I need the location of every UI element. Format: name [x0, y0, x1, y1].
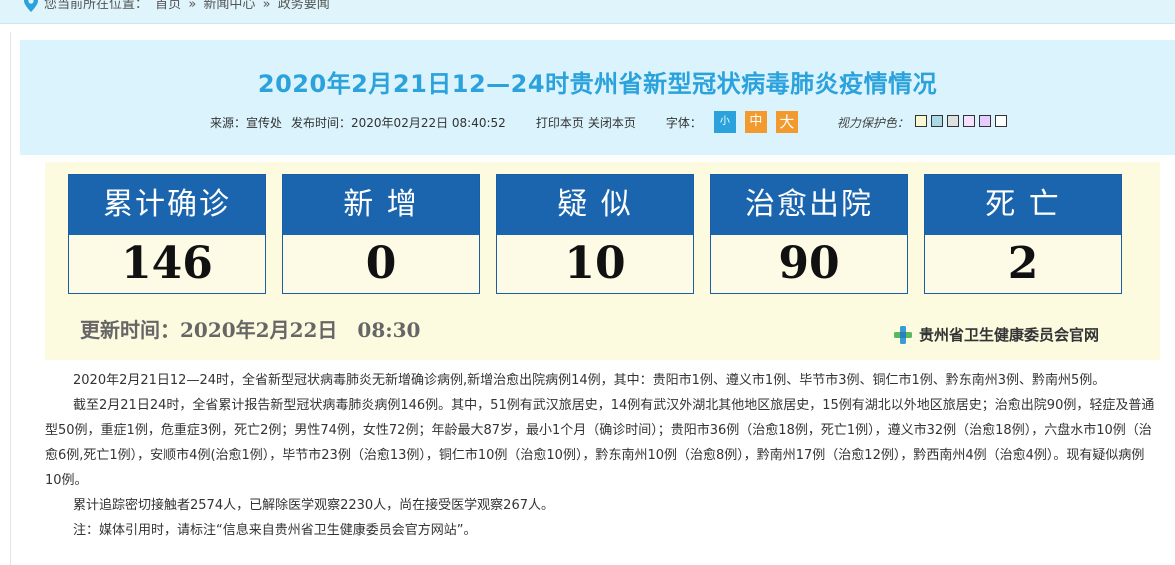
stat-label: 疑 似: [497, 175, 693, 235]
close-page-link[interactable]: 关闭本页: [588, 114, 636, 131]
vision-color-swatches: [914, 114, 1011, 130]
stat-new-cases: 新 增 0: [282, 174, 480, 294]
stat-value: 10: [564, 238, 626, 289]
breadcrumb: 您当前所在位置： 首页 » 新闻中心 » 政务要闻: [44, 0, 333, 12]
vision-color-swatch[interactable]: [930, 114, 943, 127]
breadcrumb-news-center-link[interactable]: 新闻中心: [203, 0, 255, 12]
stat-suspected: 疑 似 10: [496, 174, 694, 294]
font-medium-button[interactable]: 中: [744, 111, 767, 133]
stat-deaths: 死 亡 2: [924, 174, 1122, 294]
breadcrumb-bar: 您当前所在位置： 首页 » 新闻中心 » 政务要闻: [0, 0, 1175, 24]
official-site-link[interactable]: 贵州省卫生健康委员会官网: [893, 324, 1099, 345]
vision-color-swatch[interactable]: [946, 114, 959, 127]
article-paragraph: 注：媒体引用时，请标注“信息来自贵州省卫生健康委员会官方网站”。: [73, 523, 477, 538]
official-site-label: 贵州省卫生健康委员会官网: [919, 326, 1100, 344]
article-paragraph: 2020年2月21日12—24时，全省新型冠状病毒肺炎无新增确诊病例,新增治愈出…: [73, 373, 1106, 388]
font-large-button[interactable]: 大: [775, 111, 798, 133]
stat-label: 累计确诊: [69, 175, 265, 235]
stat-label: 新 增: [283, 175, 479, 235]
stat-value: 0: [365, 238, 397, 289]
breadcrumb-prefix: 您当前所在位置：: [44, 0, 149, 12]
article-paragraph: 截至2月21日24时，全省累计报告新型冠状病毒肺炎病例146例。其中，51例有武…: [45, 398, 1155, 488]
font-small-button[interactable]: 小: [713, 111, 736, 133]
stat-recovered: 治愈出院 90: [710, 174, 908, 294]
stat-total-confirmed: 累计确诊 146: [68, 174, 266, 294]
article-paragraph: 累计追踪密切接触者2574人，已解除医学观察2230人，尚在接受医学观察267人…: [73, 498, 554, 513]
article-source: 来源：宣传处: [210, 115, 283, 130]
vision-color-swatch[interactable]: [978, 114, 991, 127]
location-pin-icon: [24, 0, 38, 12]
stat-value: 2: [1007, 238, 1039, 289]
update-time: 更新时间：2020年2月22日 08:30: [80, 318, 421, 342]
article-body: 2020年2月21日12—24时，全省新型冠状病毒肺炎无新增确诊病例,新增治愈出…: [45, 368, 1155, 543]
vision-color-swatch[interactable]: [994, 114, 1007, 127]
stat-label: 治愈出院: [711, 175, 907, 235]
breadcrumb-separator: »: [262, 0, 271, 12]
stat-value: 146: [121, 238, 213, 289]
article-meta: 来源：宣传处 发布时间：2020年02月22日 08:40:52 打印本页 关闭…: [210, 111, 1011, 133]
breadcrumb-home-link[interactable]: 首页: [155, 0, 181, 12]
stat-value: 90: [778, 238, 840, 289]
article-title: 2020年2月21日12—24时贵州省新型冠状病毒肺炎疫情情况: [257, 70, 938, 98]
breadcrumb-gov-news-link[interactable]: 政务要闻: [278, 0, 330, 12]
breadcrumb-separator: »: [188, 0, 197, 12]
vision-protect-label: 视力保护色：: [836, 115, 909, 130]
vision-color-swatch[interactable]: [914, 114, 927, 127]
vision-color-swatch[interactable]: [962, 114, 975, 127]
stats-panel: 累计确诊 146 新 增 0 疑 似 10 治愈出院 90 死 亡 2 更新时间…: [45, 162, 1160, 360]
font-size-label: 字体：: [665, 115, 702, 130]
stat-label: 死 亡: [925, 175, 1121, 235]
publish-time: 发布时间：2020年02月22日 08:40:52: [291, 115, 506, 130]
article-header: 2020年2月21日12—24时贵州省新型冠状病毒肺炎疫情情况 来源：宣传处 发…: [20, 40, 1175, 155]
print-page-link[interactable]: 打印本页: [536, 114, 584, 131]
health-cross-icon: [894, 325, 912, 344]
